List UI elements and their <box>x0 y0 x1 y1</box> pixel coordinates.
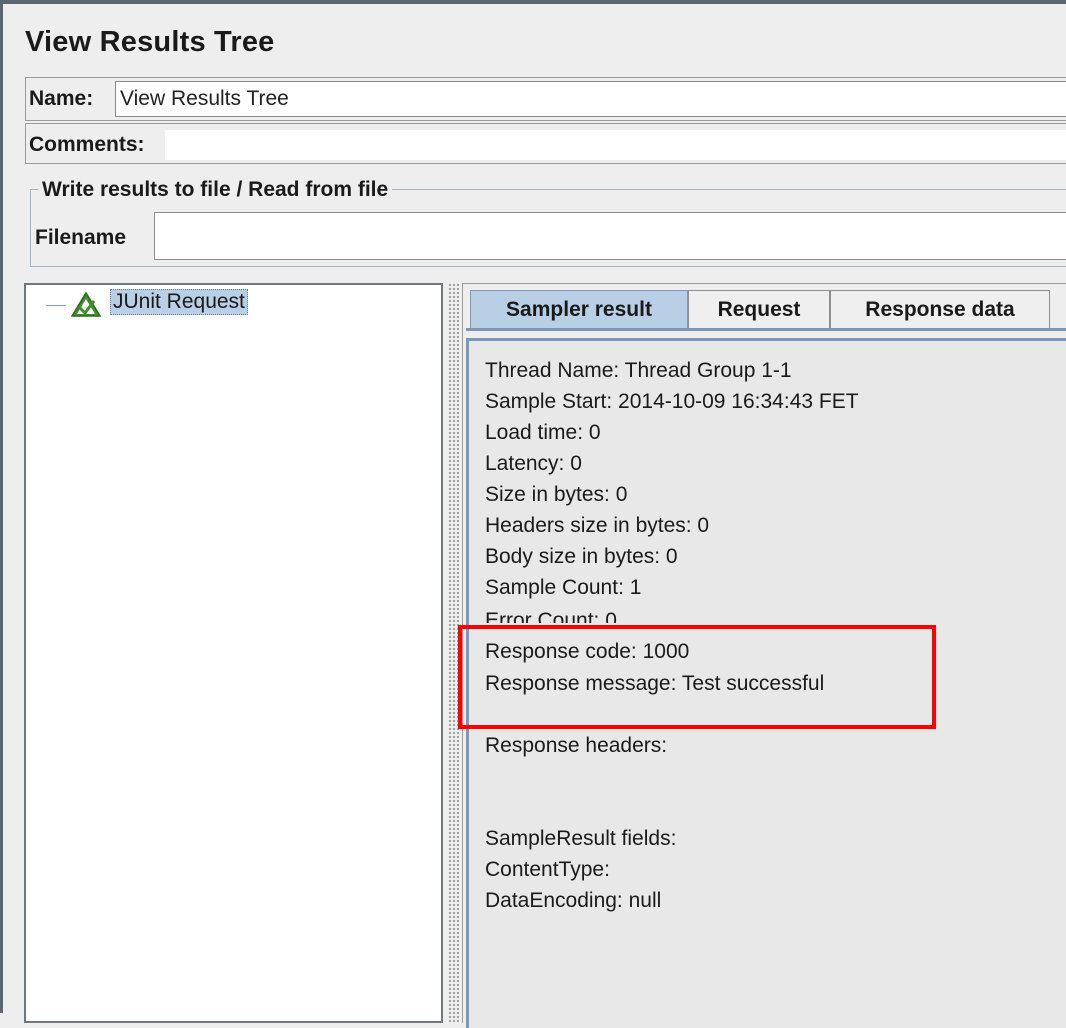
name-input[interactable] <box>115 81 1066 117</box>
result-line-latency: Latency: 0 <box>485 452 582 475</box>
result-line-body-size: Body size in bytes: 0 <box>485 545 678 568</box>
result-line-content-type: ContentType: <box>485 858 610 881</box>
result-line-sample-count: Sample Count: 1 <box>485 576 642 599</box>
result-line-data-encoding: DataEncoding: null <box>485 889 662 912</box>
tree-item-junit-request[interactable]: JUnit Request <box>110 289 248 315</box>
file-group-title: Write results to file / Read from file <box>38 178 393 202</box>
result-line-response-message: Response message: Test successful <box>485 672 825 695</box>
page-title: View Results Tree <box>25 26 275 58</box>
result-line-sample-start: Sample Start: 2014-10-09 16:34:43 FET <box>485 390 859 413</box>
result-line-load-time: Load time: 0 <box>485 421 601 444</box>
name-row: Name: <box>25 77 1066 121</box>
results-tree[interactable]: JUnit Request <box>24 283 443 1023</box>
window-frame-top <box>0 0 1066 4</box>
result-line-error-count: Error Count: 0 <box>485 609 617 623</box>
junit-success-icon <box>70 291 102 317</box>
result-line-size-bytes: Size in bytes: 0 <box>485 483 628 506</box>
filename-input[interactable] <box>154 212 1066 260</box>
name-label: Name: <box>29 87 94 110</box>
tree-connector-line <box>46 305 66 306</box>
window-frame-left <box>0 0 3 1013</box>
result-line-headers-size: Headers size in bytes: 0 <box>485 514 710 537</box>
tab-sampler-result[interactable]: Sampler result <box>470 290 688 328</box>
comments-label: Comments: <box>29 133 145 156</box>
result-line-sampleresult-fields: SampleResult fields: <box>485 827 677 850</box>
filename-label: Filename <box>35 226 127 249</box>
comments-input[interactable] <box>165 130 1066 160</box>
tab-response-data[interactable]: Response data <box>830 290 1050 328</box>
result-line-response-code: Response code: 1000 <box>485 640 690 663</box>
result-line-thread-name: Thread Name: Thread Group 1-1 <box>485 359 792 382</box>
tab-request[interactable]: Request <box>688 290 830 328</box>
comments-row: Comments: <box>25 123 1066 164</box>
splitter-handle[interactable] <box>448 283 460 1023</box>
tab-strip-underline <box>466 328 1066 331</box>
result-line-response-headers: Response headers: <box>485 734 668 757</box>
